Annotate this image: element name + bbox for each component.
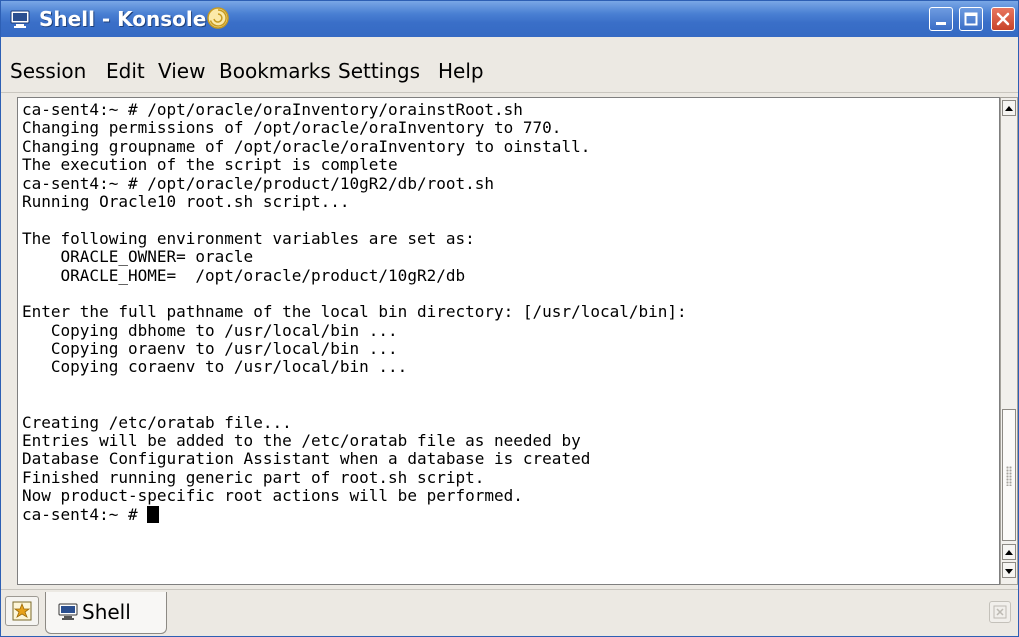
minimize-button[interactable] xyxy=(929,7,953,31)
new-session-icon xyxy=(12,601,32,621)
tab-shell[interactable]: Shell xyxy=(45,592,167,634)
terminal-line: Changing permissions of /opt/oracle/oraI… xyxy=(22,118,562,138)
terminal-line: Copying oraenv to /usr/local/bin ... xyxy=(22,339,398,359)
terminal-line: Changing groupname of /opt/oracle/oraInv… xyxy=(22,136,591,156)
menu-help[interactable]: Help xyxy=(438,59,484,83)
terminal-line: Database Configuration Assistant when a … xyxy=(22,449,591,469)
terminal-line: The following environment variables are … xyxy=(22,228,475,248)
terminal-line: ORACLE_HOME= /opt/oracle/product/10gR2/d… xyxy=(22,265,466,285)
menu-settings[interactable]: Settings xyxy=(338,59,420,83)
menu-edit[interactable]: Edit xyxy=(106,59,145,83)
menu-bar: Session Edit View Bookmarks Settings Hel… xyxy=(1,37,1018,93)
menu-view[interactable]: View xyxy=(158,59,205,83)
terminal-line: Creating /etc/oratab file... xyxy=(22,412,292,432)
terminal-line: ORACLE_OWNER= oracle xyxy=(22,247,254,267)
terminal-prompt-line[interactable]: ca-sent4:~ # xyxy=(22,504,687,524)
terminal-line: Now product-specific root actions will b… xyxy=(22,486,523,506)
arrow-up-icon xyxy=(1005,550,1013,555)
grip-icon xyxy=(1006,466,1012,486)
session-tab-bar: Shell xyxy=(1,589,1018,636)
terminal-line: Copying coraenv to /usr/local/bin ... xyxy=(22,357,408,377)
scroll-up-button-bottom[interactable] xyxy=(1002,544,1016,560)
vertical-scrollbar[interactable] xyxy=(1000,97,1018,585)
tab-label: Shell xyxy=(82,600,131,624)
terminal-line: Running Oracle10 root.sh script... xyxy=(22,191,350,211)
terminal-line: ca-sent4:~ # /opt/oracle/product/10gR2/d… xyxy=(22,173,495,193)
terminal-line: Entries will be added to the /etc/oratab… xyxy=(22,431,581,451)
terminal-cursor xyxy=(147,505,160,523)
maximize-button[interactable] xyxy=(959,7,983,31)
terminal-line: The execution of the script is complete xyxy=(22,155,398,175)
terminal-prompt: ca-sent4:~ # xyxy=(22,504,148,524)
terminal-line: Finished running generic part of root.sh… xyxy=(22,467,485,487)
close-tab-button[interactable] xyxy=(989,601,1011,623)
arrow-down-icon xyxy=(1005,569,1013,574)
scroll-up-button[interactable] xyxy=(1002,100,1016,116)
close-tab-icon xyxy=(993,605,1007,619)
arrow-up-icon xyxy=(1005,106,1013,111)
terminal-lines: ca-sent4:~ # /opt/oracle/oraInventory/or… xyxy=(22,100,687,524)
title-bar[interactable]: Shell - Konsole xyxy=(1,1,1018,37)
close-icon xyxy=(996,12,1010,26)
close-window-button[interactable] xyxy=(991,7,1015,31)
terminal-line: Enter the full pathname of the local bin… xyxy=(22,302,687,322)
terminal-line: ca-sent4:~ # /opt/oracle/oraInventory/or… xyxy=(22,100,523,119)
minimize-icon xyxy=(936,22,946,25)
terminal-icon[interactable] xyxy=(10,9,30,29)
menu-session[interactable]: Session xyxy=(10,59,86,83)
terminal-output[interactable]: ca-sent4:~ # /opt/oracle/oraInventory/or… xyxy=(17,97,1000,585)
scroll-down-button[interactable] xyxy=(1002,562,1016,578)
scrollbar-thumb[interactable] xyxy=(1002,409,1016,541)
terminal-icon xyxy=(58,603,78,621)
window-title: Shell - Konsole xyxy=(39,7,207,31)
maximize-icon xyxy=(964,12,978,26)
new-session-button[interactable] xyxy=(5,596,39,626)
konsole-shell-icon xyxy=(205,5,231,31)
terminal-line: Copying dbhome to /usr/local/bin ... xyxy=(22,320,398,340)
konsole-window: Shell - Konsole Session Edit View Bookma… xyxy=(0,0,1019,637)
menu-bookmarks[interactable]: Bookmarks xyxy=(219,59,331,83)
